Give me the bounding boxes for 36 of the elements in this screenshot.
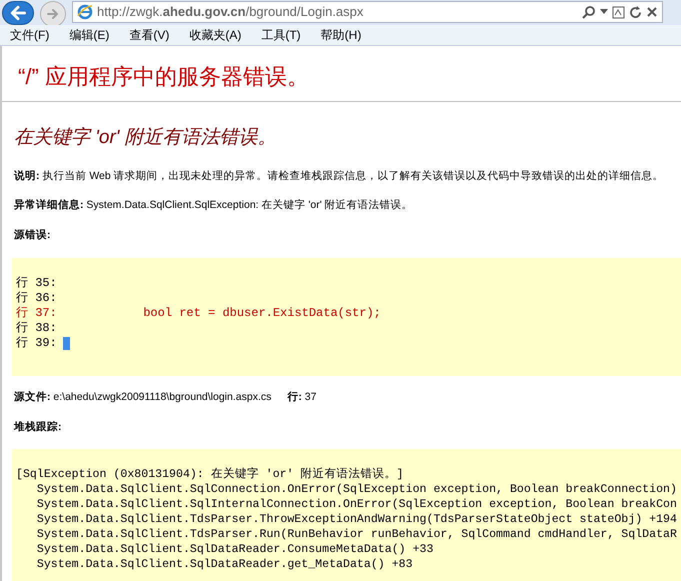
- menu-item[interactable]: 查看(V): [129, 26, 170, 44]
- code-line: 行 37: bool ret = dbuser.ExistData(str);: [16, 306, 381, 321]
- address-bar[interactable]: http://zwgk.ahedu.gov.cn/bground/Login.aspx: [72, 1, 663, 23]
- exception-details-text: 异常详细信息: System.Data.SqlClient.SqlException: 在关键字 'or' 附近有语法错误。: [14, 198, 414, 214]
- stack-trace-line: System.Data.SqlClient.TdsParser.ThrowExceptionAndWarning(TdsParserStateObject stateObj) +194: [36, 512, 678, 528]
- menu-item[interactable]: 帮助(H): [320, 26, 362, 44]
- menu-item[interactable]: 收藏夹(A): [189, 26, 242, 44]
- stack-trace-line: System.Data.SqlClient.SqlConnection.OnError(SqlException exception, Boolean breakConnection): [36, 482, 678, 498]
- code-line: 行 36:: [16, 290, 57, 306]
- menu-item[interactable]: 文件(F): [10, 26, 50, 44]
- error-heading: 在关键字 'or' 附近有语法错误。: [14, 126, 278, 150]
- page-title: “/” 应用程序中的服务器错误。: [18, 63, 310, 91]
- stack-trace-line: System.Data.SqlClient.SqlInternalConnection.OnError(SqlException exception, Boolean breakCon: [36, 497, 678, 512]
- left-arrow-icon: [9, 4, 27, 22]
- stack-trace-line: System.Data.SqlClient.TdsParser.Run(RunBehavior runBehavior, SqlCommand cmdHandler, SqlDataR: [36, 527, 678, 542]
- stack-trace-label: 堆栈跟踪:: [14, 420, 62, 434]
- compatibility-icon[interactable]: [612, 6, 625, 18]
- back-button[interactable]: [2, 1, 34, 25]
- search-icon[interactable]: [582, 5, 596, 19]
- code-line: 行 38:: [16, 320, 57, 336]
- source-error-label: 源错误:: [14, 228, 52, 243]
- right-arrow-icon: [46, 7, 60, 21]
- stack-trace-line: [SqlException (0x80131904): 在关键字 'or' 附近有语法错误。]: [16, 467, 405, 482]
- stack-trace-line: System.Data.SqlClient.SqlDataReader.get_MetaData() +83: [36, 557, 414, 572]
- stack-trace-line: System.Data.SqlClient.SqlDataReader.ConsumeMetaData() +33: [36, 542, 434, 558]
- dropdown-icon[interactable]: [600, 9, 608, 15]
- menu-item[interactable]: 工具(T): [261, 26, 301, 44]
- close-icon[interactable]: [646, 6, 658, 18]
- code-line: 行 35:: [16, 276, 57, 291]
- refresh-icon[interactable]: [629, 6, 642, 18]
- menu-item[interactable]: 编辑(E): [69, 26, 110, 44]
- code-line: 行 39:: [16, 336, 57, 351]
- url-text: http://zwgk.ahedu.gov.cn/bground/Login.aspx: [97, 3, 364, 22]
- source-file-text: 源文件: e:\ahedu\zwgk20091118\bground\login.aspx.cs 行: 37: [14, 390, 318, 405]
- description-text: 说明: 执行当前 Web 请求期间，出现未处理的异常。请检查堆栈跟踪信息，以了解有关该错误以及代码中导致错误的出处的详细信息。: [14, 168, 665, 184]
- browser-logo-icon: [77, 4, 93, 20]
